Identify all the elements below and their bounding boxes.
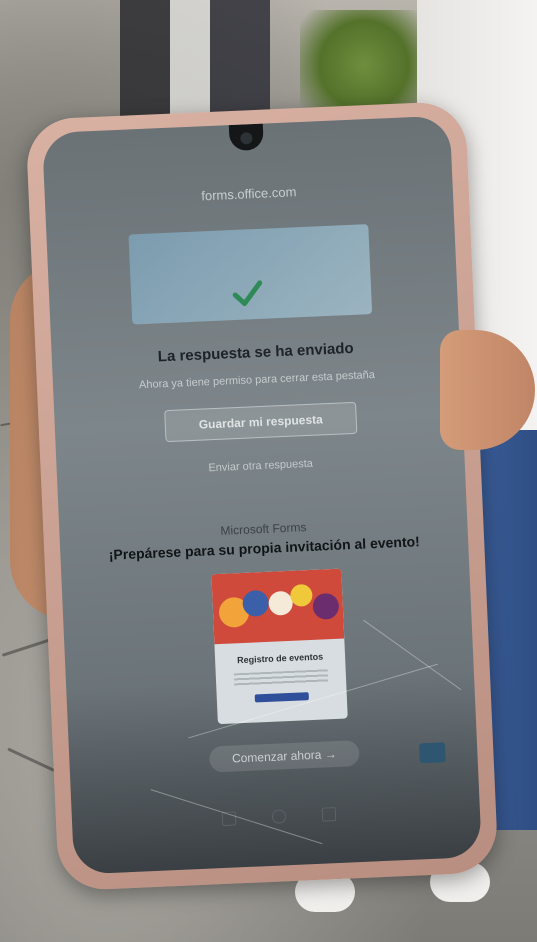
tabs-icon[interactable]: [321, 807, 337, 822]
confirmation-title: La respuesta se ha enviado: [157, 339, 354, 366]
checkmark-icon: [232, 280, 263, 307]
smartphone: forms.office.com La respuesta se ha envi…: [25, 100, 499, 892]
save-response-button[interactable]: Guardar mi respuesta: [164, 401, 358, 443]
share-icon[interactable]: [271, 809, 287, 824]
event-registration-card[interactable]: Registro de eventos: [211, 568, 348, 725]
start-now-label: Comenzar ahora: [231, 747, 322, 766]
start-now-button[interactable]: Comenzar ahora →: [208, 740, 360, 773]
promo-card-text: [233, 669, 329, 688]
screen-crack: [363, 619, 462, 691]
phone-screen: forms.office.com La respuesta se ha envi…: [41, 115, 482, 875]
front-camera-notch: [228, 123, 264, 152]
feedback-icon[interactable]: [418, 742, 446, 764]
send-another-response-link[interactable]: Enviar otra respuesta: [57, 451, 465, 481]
promo-card-cta: [254, 692, 309, 703]
promo-card-title: Registro de eventos: [236, 651, 324, 666]
promo-illustration: [211, 568, 345, 645]
browser-url[interactable]: forms.office.com: [45, 177, 453, 210]
confirmation-subtitle: Ahora ya tiene permiso para cerrar esta …: [138, 368, 376, 392]
